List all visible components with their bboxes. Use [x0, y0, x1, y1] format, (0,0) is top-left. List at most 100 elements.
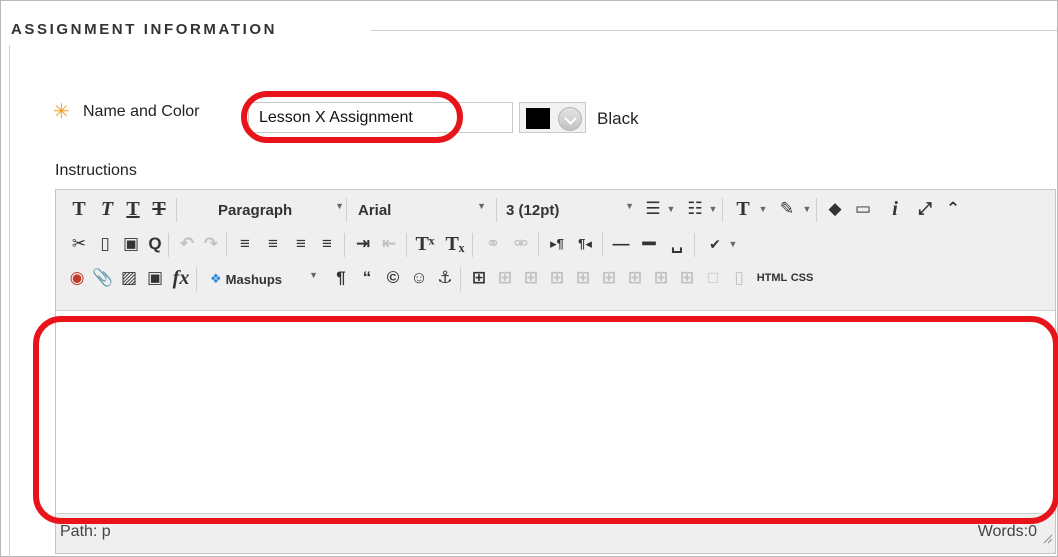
insert-column-after-icon[interactable]: ⊞ [674, 264, 700, 292]
image-icon[interactable]: ▨ [116, 264, 142, 292]
html-source-button[interactable]: HTML [756, 264, 788, 292]
align-justify-icon[interactable]: ≡ [314, 230, 340, 258]
toolbar-separator [344, 233, 345, 257]
spellcheck-icon[interactable]: ✔ [702, 230, 728, 258]
align-center-icon[interactable]: ≡ [260, 230, 286, 258]
required-asterisk-icon: ✳ [53, 101, 70, 123]
paragraph-format-dropdown[interactable]: Paragraph ▼ [210, 197, 348, 223]
assignment-information-panel: ASSIGNMENT INFORMATION ✳ Name and Color … [0, 0, 1058, 557]
chevron-down-icon: ▼ [477, 201, 486, 211]
formula-icon[interactable]: fx [168, 264, 194, 292]
resize-grip-icon[interactable] [1041, 532, 1053, 544]
color-picker[interactable] [519, 102, 586, 133]
toolbar-separator [496, 198, 497, 222]
assignment-name-input[interactable] [248, 102, 513, 133]
align-left-icon[interactable]: ≡ [232, 230, 258, 258]
instructions-text-area[interactable] [56, 310, 1055, 514]
color-name-label: Black [597, 109, 639, 128]
blockquote-icon[interactable]: “ [354, 264, 380, 292]
font-family-dropdown[interactable]: Arial ▼ [350, 197, 490, 223]
info-icon[interactable]: i [882, 195, 908, 223]
link-icon[interactable]: ⚭ [480, 230, 506, 258]
copyright-icon[interactable]: © [380, 264, 406, 292]
chevron-down-icon[interactable]: ▼ [664, 195, 678, 223]
cut-icon[interactable]: ✂ [66, 230, 92, 258]
bullet-list-icon[interactable]: ☰ [640, 195, 666, 223]
toolbar-separator [226, 233, 227, 257]
indent-icon[interactable]: ⇥ [350, 230, 376, 258]
chevron-down-icon[interactable] [558, 107, 582, 131]
table-properties-icon[interactable]: ⊞ [492, 264, 518, 292]
css-button[interactable]: CSS [788, 264, 816, 292]
preview-icon[interactable]: ▭ [850, 195, 876, 223]
nonbreaking-space-icon[interactable]: ␣ [664, 230, 690, 258]
insert-table-icon[interactable]: ⊞ [466, 264, 492, 292]
word-count: Words:0 [977, 523, 1037, 540]
anchor-icon[interactable]: ⚓ [432, 264, 458, 292]
toolbar-separator [602, 233, 603, 257]
toolbar-separator [176, 198, 177, 222]
undo-icon[interactable]: ↶ [174, 230, 200, 258]
font-dropdown-label: Arial [358, 201, 392, 219]
delete-column-icon[interactable]: □ [700, 264, 726, 292]
unlink-icon[interactable]: ⚮ [508, 230, 534, 258]
highlight-pen-icon[interactable]: ✎ [774, 195, 800, 223]
text-bold-icon[interactable]: T [66, 195, 92, 223]
color-swatch [526, 108, 550, 129]
row-properties-icon[interactable]: ⊞ [518, 264, 544, 292]
toolbar-row-3: ◉ 📎 ▨ ▣ fx ❖ Mashups ▼ ¶ “ © ☺ ⚓ ⊞ ⊞ ⊞ ⊞ ⊞… [56, 262, 1056, 296]
size-dropdown-label: 3 (12pt) [506, 201, 560, 219]
outdent-icon[interactable]: ⇤ [376, 230, 402, 258]
split-cells-icon[interactable]: ▯ [726, 264, 752, 292]
rtl-direction-icon[interactable]: ¶◂ [572, 230, 598, 258]
chevron-down-icon[interactable]: ▼ [800, 195, 814, 223]
horizontal-rule-icon[interactable]: — [608, 230, 634, 258]
toolbar-separator [694, 233, 695, 257]
text-italic-icon[interactable]: T [94, 195, 120, 223]
eraser-icon[interactable]: ◆ [822, 195, 848, 223]
chevron-down-icon: ▼ [335, 201, 344, 211]
cell-properties-icon[interactable]: ⊞ [544, 264, 570, 292]
delete-row-icon[interactable]: ⊞ [622, 264, 648, 292]
fullscreen-icon[interactable]: ⤢ [912, 195, 938, 223]
toolbar-separator [196, 267, 197, 291]
text-underline-icon[interactable]: T [120, 195, 146, 223]
toolbar-separator [472, 233, 473, 257]
font-size-dropdown[interactable]: 3 (12pt) ▼ [498, 197, 638, 223]
numbered-list-icon[interactable]: ☷ [682, 195, 708, 223]
thick-horizontal-rule-icon[interactable]: ━ [636, 230, 662, 258]
media-icon[interactable]: ▣ [142, 264, 168, 292]
emoji-icon[interactable]: ☺ [406, 264, 432, 292]
insert-row-before-icon[interactable]: ⊞ [570, 264, 596, 292]
paste-icon[interactable]: ▣ [118, 230, 144, 258]
insert-column-before-icon[interactable]: ⊞ [648, 264, 674, 292]
find-icon[interactable]: Q [142, 230, 168, 258]
instructions-label: Instructions [55, 162, 137, 179]
paragraph-mark-icon[interactable]: ¶ [328, 264, 354, 292]
text-color-icon[interactable]: T [730, 195, 756, 223]
toolbar-separator [406, 233, 407, 257]
copy-icon[interactable]: ▯ [92, 230, 118, 258]
align-right-icon[interactable]: ≡ [288, 230, 314, 258]
subscript-icon[interactable]: Tₓ [442, 230, 468, 258]
superscript-icon[interactable]: Tˣ [412, 230, 438, 258]
chevron-down-icon[interactable]: ▼ [726, 230, 740, 258]
chevron-down-icon: ▼ [625, 201, 634, 211]
editor-status-bar: Path: p Words:0 [56, 516, 1055, 554]
chevron-down-icon[interactable]: ▼ [756, 195, 770, 223]
section-divider [371, 30, 1057, 31]
toolbar-separator [168, 233, 169, 257]
record-icon[interactable]: ◉ [64, 264, 90, 292]
collapse-toolbar-icon[interactable]: ⌃ [940, 195, 966, 223]
mashups-icon: ❖ [210, 271, 222, 286]
mashups-label: Mashups [225, 271, 282, 287]
mashups-dropdown[interactable]: ❖ Mashups ▼ [202, 266, 322, 292]
redo-icon[interactable]: ↷ [198, 230, 224, 258]
text-strikethrough-icon[interactable]: T [146, 195, 172, 223]
toolbar-separator [816, 198, 817, 222]
attachment-icon[interactable]: 📎 [90, 264, 116, 292]
chevron-down-icon[interactable]: ▼ [706, 195, 720, 223]
name-color-label: Name and Color [83, 103, 200, 120]
ltr-direction-icon[interactable]: ▸¶ [544, 230, 570, 258]
insert-row-after-icon[interactable]: ⊞ [596, 264, 622, 292]
